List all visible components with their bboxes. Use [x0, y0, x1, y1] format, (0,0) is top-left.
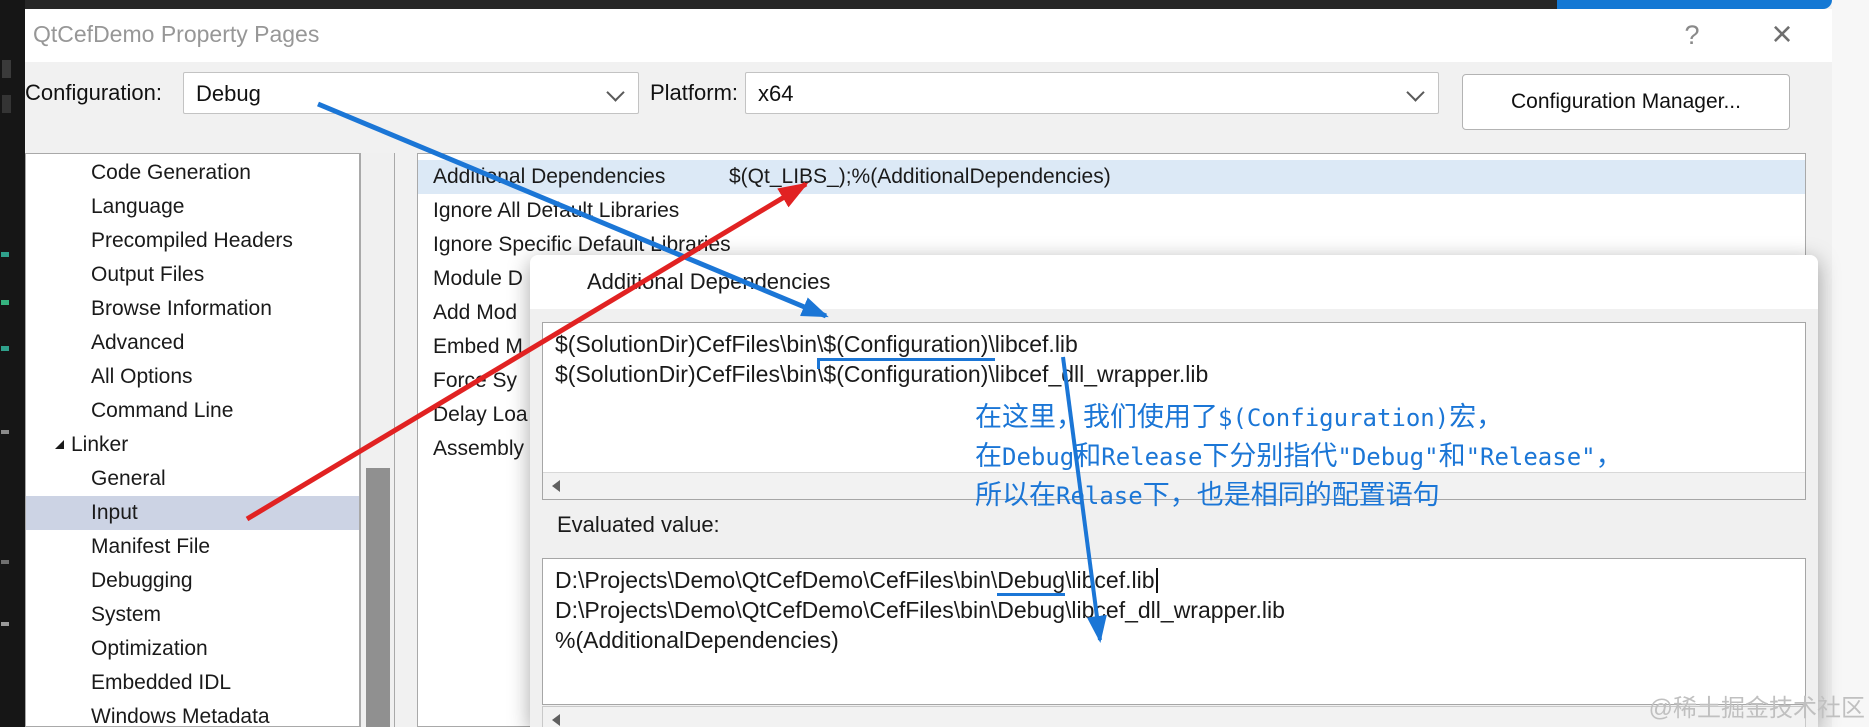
dependency-line: libcef_dll_wrapper.lib — [994, 361, 1209, 387]
sidebar-item-label: Manifest File — [91, 535, 211, 558]
sidebar-item-label: Output Files — [91, 263, 205, 286]
dialog-titlebar: QtCefDemo Property Pages ? × — [25, 9, 1832, 62]
evaluated-line: D:\Projects\Demo\QtCefDemo\CefFiles\bin\… — [555, 597, 1285, 623]
dependency-line: $(SolutionDir)CefFiles\bin\$(Configurati… — [555, 331, 1078, 357]
sidebar-item-label: Input — [91, 501, 138, 524]
sidebar-item-embedded-idl[interactable]: Embedded IDL — [26, 666, 359, 700]
platform-value: x64 — [758, 81, 794, 106]
sidebar-item-label: System — [91, 603, 162, 626]
property-label: Ignore All Default Libraries — [433, 199, 680, 222]
sidebar-item-advanced[interactable]: Advanced — [26, 326, 359, 360]
annotation-line: 所以在Relase下，也是相同的配置语句 — [975, 480, 1440, 510]
sidebar-item-debugging[interactable]: Debugging — [26, 564, 359, 598]
property-label: Add Mod — [433, 301, 518, 324]
property-label: Assembly — [433, 437, 525, 460]
chevron-down-icon — [606, 83, 625, 102]
sidebar-item-label: Windows Metadata — [91, 705, 270, 727]
sidebar-item-output-files[interactable]: Output Files — [26, 258, 359, 292]
evaluated-value-label: Evaluated value: — [557, 512, 720, 537]
horizontal-scrollbar[interactable] — [542, 706, 1806, 727]
background-icon — [1, 346, 9, 351]
background-icon — [2, 60, 11, 78]
scroll-left-icon[interactable] — [552, 714, 560, 726]
background-icon — [1, 252, 9, 257]
evaluated-text: D:\Projects\Demo\QtCefDemo\CefFiles\bin\… — [555, 565, 1285, 655]
sidebar-item-label: Command Line — [91, 399, 234, 422]
annotation-note: 在这里，我们使用了$(Configuration)宏， 在Debug和Relea… — [975, 398, 1623, 515]
sidebar-item-browse-information[interactable]: Browse Information — [26, 292, 359, 326]
sidebar-item-general[interactable]: General — [26, 462, 359, 496]
sidebar-item-label: Precompiled Headers — [91, 229, 293, 252]
sidebar-item-optimization[interactable]: Optimization — [26, 632, 359, 666]
sidebar-item-all-options[interactable]: All Options — [26, 360, 359, 394]
popup-title: Additional Dependencies — [587, 269, 831, 294]
popup-titlebar: Additional Dependencies — [530, 255, 1818, 309]
sidebar-item-label: Code Generation — [91, 161, 251, 184]
evaluated-line: D:\Projects\Demo\QtCefDemo\CefFiles\bin\ — [555, 567, 998, 593]
sidebar-item-label: Linker — [71, 433, 129, 456]
sidebar-item-label: Debugging — [91, 569, 193, 592]
sidebar-item-manifest-file[interactable]: Manifest File — [26, 530, 359, 564]
evaluated-line: \libcef.lib — [1065, 567, 1155, 593]
sidebar-item-label: Browse Information — [91, 297, 272, 320]
property-pages-dialog: QtCefDemo Property Pages ? × Configurati… — [0, 0, 1869, 727]
sidebar-item-label: Embedded IDL — [91, 671, 232, 694]
debug-underline: Debug — [997, 567, 1066, 596]
evaluated-value-box[interactable]: D:\Projects\Demo\QtCefDemo\CefFiles\bin\… — [542, 558, 1806, 705]
background-icon — [1, 560, 9, 564]
sidebar-item-command-line[interactable]: Command Line — [26, 394, 359, 428]
background-icon — [1, 622, 9, 626]
sidebar-item-linker[interactable]: Linker — [26, 428, 359, 462]
evaluated-line: %(AdditionalDependencies) — [555, 627, 839, 653]
annotation-line: 在Debug和Release下分别指代"Debug"和"Release"， — [975, 441, 1623, 471]
text-caret — [1155, 568, 1158, 593]
sidebar-item-label: Language — [91, 195, 185, 218]
top-window-edge-accent — [1557, 0, 1832, 9]
dialog-title: QtCefDemo Property Pages — [33, 21, 320, 47]
background-icon — [2, 95, 11, 113]
sidebar-item-code-generation[interactable]: Code Generation — [26, 156, 359, 190]
background-icon — [1, 430, 9, 434]
top-window-edge — [25, 0, 1557, 9]
dependencies-text: $(SolutionDir)CefFiles\bin\$(Configurati… — [555, 329, 1208, 389]
background-icon — [1, 300, 9, 305]
scroll-left-icon[interactable] — [552, 480, 560, 492]
dependency-line: $(SolutionDir)CefFiles\bin — [555, 361, 818, 387]
configuration-manager-button[interactable]: Configuration Manager... — [1462, 74, 1790, 130]
watermark: @稀土掘金技术社区 — [1648, 695, 1865, 722]
configuration-value: Debug — [196, 81, 261, 106]
sidebar-item-language[interactable]: Language — [26, 190, 359, 224]
close-button[interactable]: × — [1757, 9, 1807, 59]
settings-tree: Code Generation Language Precompiled Heade… — [25, 153, 360, 727]
platform-dropdown[interactable]: x64 — [745, 72, 1439, 114]
right-background-strip — [1832, 0, 1869, 727]
property-label: Embed M — [433, 335, 523, 358]
property-label: Additional Dependencies — [433, 165, 666, 188]
sidebar-item-system[interactable]: System — [26, 598, 359, 632]
configuration-macro-highlight: \$(Configuration)\ — [817, 358, 995, 387]
property-label: Module D — [433, 267, 523, 290]
tree-scrollbar-thumb[interactable] — [366, 468, 390, 727]
sidebar-item-precompiled-headers[interactable]: Precompiled Headers — [26, 224, 359, 258]
platform-label: Platform: — [650, 80, 739, 105]
sidebar-item-input[interactable]: Input — [26, 496, 359, 530]
property-row[interactable]: Ignore All Default Libraries — [418, 194, 1805, 228]
background-app-edge — [0, 0, 25, 727]
chevron-down-icon — [1406, 83, 1425, 102]
tree-scrollbar[interactable] — [360, 153, 395, 727]
sidebar-item-label: Optimization — [91, 637, 208, 660]
tree-expanded-icon[interactable] — [55, 440, 64, 449]
property-value: $(Qt_LIBS_);%(AdditionalDependencies) — [729, 165, 1111, 188]
annotation-line: 在这里，我们使用了$(Configuration)宏， — [975, 402, 1504, 432]
configuration-dropdown[interactable]: Debug — [183, 72, 639, 114]
configuration-label: Configuration: — [25, 80, 162, 105]
sidebar-item-label: General — [91, 467, 166, 490]
property-label: Delay Loa — [433, 403, 528, 426]
sidebar-item-label: Advanced — [91, 331, 185, 354]
property-row[interactable]: Additional Dependencies $(Qt_LIBS_);%(Add… — [418, 160, 1805, 194]
help-button[interactable]: ? — [1670, 13, 1714, 57]
sidebar-item-windows-metadata[interactable]: Windows Metadata — [26, 700, 359, 727]
property-label: Force Sy — [433, 369, 518, 392]
sidebar-item-label: All Options — [91, 365, 193, 388]
